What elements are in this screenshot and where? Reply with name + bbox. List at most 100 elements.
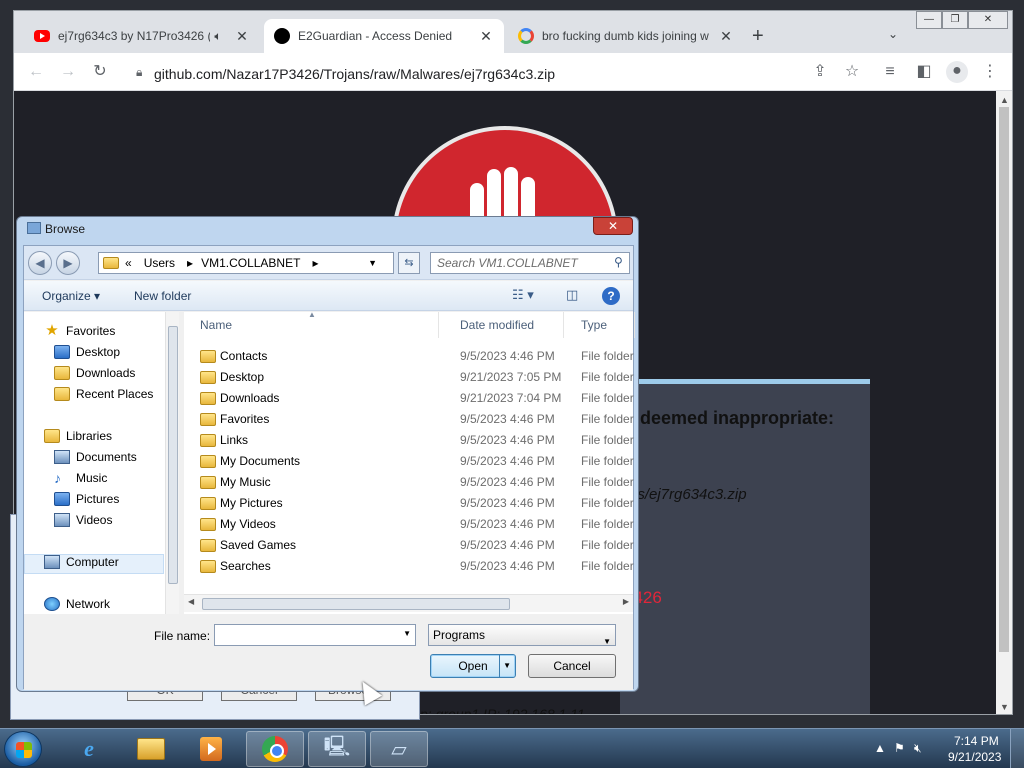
file-date: 9/5/2023 4:46 PM	[460, 412, 555, 426]
start-button[interactable]	[4, 731, 42, 767]
breadcrumb[interactable]: « Users ▸ VM1.COLLABNET ▸ ▼	[98, 252, 394, 274]
taskbar-chrome[interactable]	[246, 731, 304, 767]
nav-item-documents[interactable]: Documents	[54, 450, 137, 464]
nav-item-libraries[interactable]: Libraries	[44, 429, 112, 443]
share-icon[interactable]: ⇪	[810, 62, 830, 82]
file-type: File folder	[581, 475, 634, 489]
tab-close-icon[interactable]: ✕	[718, 28, 734, 45]
volume-muted-icon[interactable]: 🔇︎	[914, 741, 922, 756]
profile-icon[interactable]: ●	[946, 61, 968, 83]
taskbar-media-player[interactable]	[182, 731, 240, 767]
chevron-right-icon[interactable]: ▸	[312, 253, 318, 273]
star-icon: ★	[45, 322, 59, 339]
file-list-hscrollbar[interactable]: ◀ ▶	[184, 594, 633, 612]
file-type-select[interactable]: Programs ▼	[428, 624, 616, 646]
videos-icon	[54, 513, 70, 527]
taskbar-dialog[interactable]: ▱	[370, 731, 428, 767]
file-name: Favorites	[220, 412, 270, 426]
tab-close-icon[interactable]: ✕	[234, 28, 250, 45]
denied-url: res/ej7rg634c3.zip	[624, 486, 747, 503]
minimize-button[interactable]: —	[916, 11, 942, 29]
cancel-button[interactable]: Cancel	[528, 654, 616, 678]
bookmark-star-icon[interactable]: ☆	[842, 62, 862, 82]
side-panel-icon[interactable]: ◧	[914, 62, 934, 82]
nav-item-pictures[interactable]: Pictures	[54, 492, 119, 506]
nav-item-music[interactable]: ♪ Music	[54, 471, 107, 485]
forward-arrow-icon[interactable]: ▶	[56, 251, 80, 275]
taskbar-app[interactable]: 🖳	[308, 731, 366, 767]
refresh-icon[interactable]: ⇆	[398, 252, 420, 274]
file-row[interactable]: Favorites 9/5/2023 4:46 PM File folder	[184, 409, 634, 430]
taskbar-explorer[interactable]	[122, 731, 180, 767]
back-arrow-icon[interactable]: ◀	[28, 251, 52, 275]
back-icon[interactable]: ←	[26, 62, 46, 82]
organize-button[interactable]: Organize ▾	[42, 289, 100, 303]
tab-google-search[interactable]: bro fucking dumb kids joining w ✕	[508, 19, 744, 53]
nav-item-network[interactable]: Network	[44, 597, 110, 611]
tab-close-icon[interactable]: ✕	[478, 28, 494, 45]
file-name-input[interactable]: ▼	[214, 624, 416, 646]
action-center-icon[interactable]: ⚑	[894, 741, 905, 755]
search-icon[interactable]: ⚲	[614, 255, 623, 269]
new-tab-button[interactable]: +	[752, 25, 764, 48]
file-name: Downloads	[220, 391, 280, 405]
tab-youtube[interactable]: ej7rg634c3 by N17Pro3426 ( 🔈︎ ✕	[24, 19, 260, 53]
show-desktop-button[interactable]	[1010, 729, 1024, 768]
new-folder-button[interactable]: New folder	[134, 289, 191, 303]
close-window-button[interactable]: ✕	[968, 11, 1008, 29]
file-row[interactable]: My Documents 9/5/2023 4:46 PM File folder	[184, 451, 634, 472]
menu-icon[interactable]: ⋮	[980, 62, 1000, 82]
reload-icon[interactable]: ↻	[90, 62, 110, 82]
file-name-label: File name:	[154, 629, 211, 643]
nav-item-computer[interactable]: Computer	[44, 555, 119, 569]
file-row[interactable]: Downloads 9/21/2023 7:04 PM File folder	[184, 388, 634, 409]
speaker-icon[interactable]: 🔈︎	[210, 29, 226, 44]
folder-icon	[103, 257, 119, 269]
breadcrumb-users[interactable]: Users	[144, 253, 175, 273]
preview-pane-icon[interactable]: ◫	[566, 287, 578, 303]
nav-item-recent-places[interactable]: Recent Places	[54, 387, 153, 401]
help-icon[interactable]: ?	[602, 287, 620, 305]
nav-item-downloads[interactable]: Downloads	[54, 366, 135, 380]
tab-strip: ej7rg634c3 by N17Pro3426 ( 🔈︎ ✕ E2Guardi…	[14, 11, 1012, 53]
forward-icon[interactable]: →	[58, 62, 78, 82]
file-row[interactable]: Searches 9/5/2023 4:46 PM File folder	[184, 556, 634, 577]
file-type: File folder	[581, 433, 634, 447]
nav-item-desktop[interactable]: Desktop	[54, 345, 120, 359]
nav-scrollbar[interactable]	[165, 312, 179, 614]
clock-time[interactable]: 7:14 PM	[954, 734, 999, 748]
media-control-icon[interactable]: ≡	[880, 62, 900, 82]
file-row[interactable]: Desktop 9/21/2023 7:05 PM File folder	[184, 367, 634, 388]
clock-date[interactable]: 9/21/2023	[948, 750, 1001, 764]
file-row[interactable]: Saved Games 9/5/2023 4:46 PM File folder	[184, 535, 634, 556]
chevron-down-icon[interactable]: ▼	[368, 253, 377, 273]
maximize-button[interactable]: ❐	[942, 11, 968, 29]
tray-overflow-icon[interactable]: ▲	[874, 741, 886, 755]
tab-access-denied[interactable]: E2Guardian - Access Denied ✕	[264, 19, 504, 53]
chevron-down-icon[interactable]: ▼	[499, 655, 511, 677]
file-row[interactable]: My Music 9/5/2023 4:46 PM File folder	[184, 472, 634, 493]
open-button[interactable]: Open ▼	[430, 654, 516, 678]
chevron-right-icon[interactable]: ▸	[187, 253, 193, 273]
file-row[interactable]: My Pictures 9/5/2023 4:46 PM File folder	[184, 493, 634, 514]
column-header-type[interactable]: Type	[565, 312, 635, 338]
chevron-down-icon[interactable]: ▼	[603, 632, 611, 652]
nav-item-favorites[interactable]: ★ Favorites	[44, 322, 115, 339]
page-scrollbar[interactable]: ▲ ▼	[996, 91, 1012, 714]
tab-search-icon[interactable]: ⌄	[888, 27, 898, 41]
breadcrumb-vm1[interactable]: VM1.COLLABNET	[201, 253, 300, 273]
column-header-date[interactable]: Date modified	[444, 312, 564, 338]
taskbar-internet-explorer[interactable]: e	[60, 731, 118, 767]
file-row[interactable]: Links 9/5/2023 4:46 PM File folder	[184, 430, 634, 451]
lock-icon[interactable]: 🔒︎	[136, 65, 142, 80]
dialog-close-button[interactable]: ✕	[593, 217, 633, 235]
file-row[interactable]: My Videos 9/5/2023 4:46 PM File folder	[184, 514, 634, 535]
folder-icon	[200, 476, 216, 489]
file-row[interactable]: Contacts 9/5/2023 4:46 PM File folder	[184, 346, 634, 367]
chevron-down-icon[interactable]: ▼	[403, 629, 411, 638]
breadcrumb-overflow[interactable]: «	[125, 253, 132, 273]
address-bar[interactable]: github.com/Nazar17P3426/Trojans/raw/Malw…	[154, 66, 555, 82]
search-input[interactable]: Search VM1.COLLABNET	[430, 252, 630, 274]
nav-item-videos[interactable]: Videos	[54, 513, 112, 527]
view-options-icon[interactable]: ☷ ▾	[512, 287, 534, 303]
